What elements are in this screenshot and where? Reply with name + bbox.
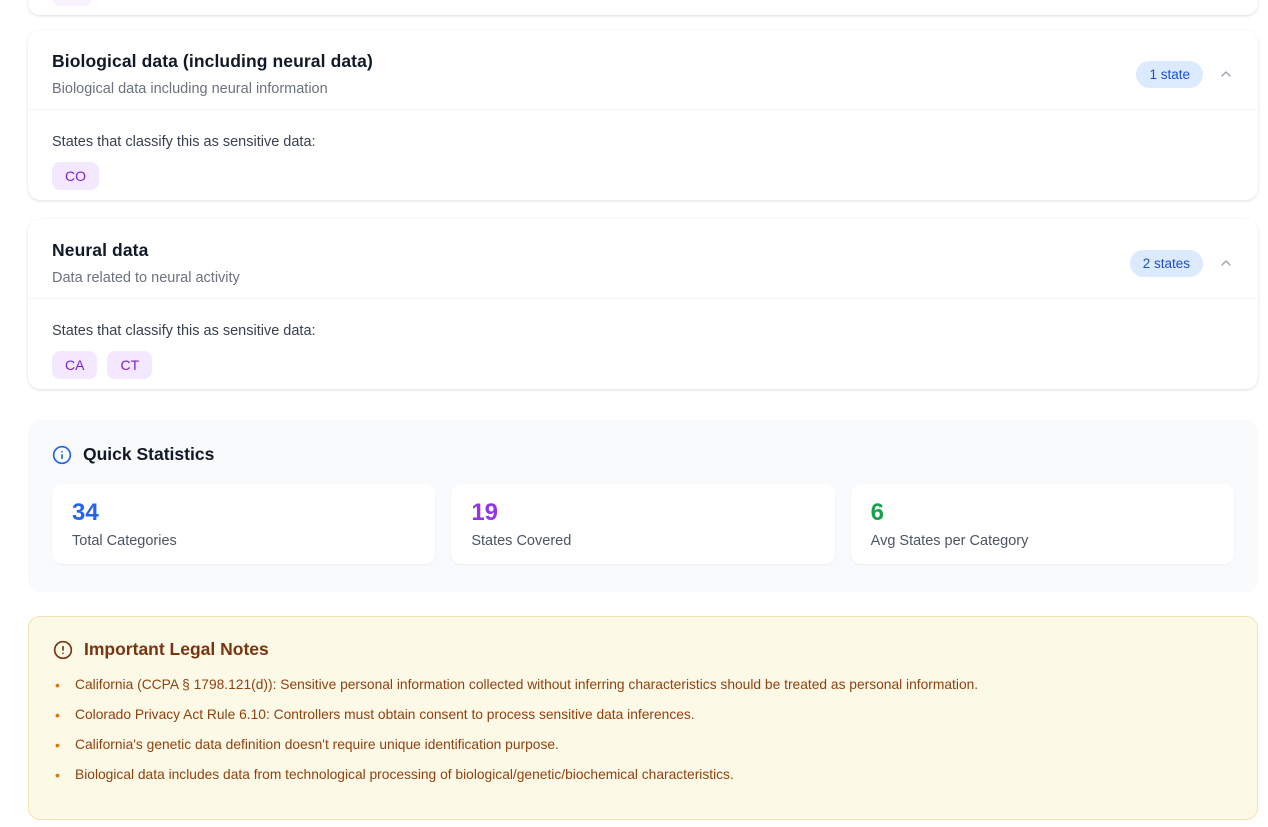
- state-count-badge: 1 state: [1136, 61, 1203, 88]
- stats-row: 34 Total Categories 19 States Covered 6 …: [52, 484, 1234, 564]
- state-badge-list: CO: [52, 162, 1234, 190]
- chevron-up-icon[interactable]: [1218, 255, 1234, 271]
- category-header-text: Biological data (including neural data) …: [52, 51, 373, 97]
- stat-card-avg-states: 6 Avg States per Category: [851, 484, 1234, 564]
- stat-label: Avg States per Category: [871, 533, 1214, 549]
- category-card-neural-data: Neural data Data related to neural activ…: [28, 219, 1258, 389]
- quick-statistics-title: Quick Statistics: [83, 444, 214, 465]
- legal-notes-list: California (CCPA § 1798.121(d)): Sensiti…: [53, 670, 1233, 790]
- chevron-up-icon[interactable]: [1218, 66, 1234, 82]
- stat-card-total-categories: 34 Total Categories: [52, 484, 435, 564]
- states-label: States that classify this as sensitive d…: [52, 323, 1234, 339]
- state-badge-partial: [52, 0, 92, 6]
- state-count-badge: 2 states: [1130, 250, 1203, 277]
- quick-statistics-section: Quick Statistics 34 Total Categories 19 …: [28, 420, 1258, 592]
- stat-label: States Covered: [471, 533, 814, 549]
- legal-note-item: California's genetic data definition doe…: [53, 730, 1233, 760]
- category-title: Biological data (including neural data): [52, 51, 373, 72]
- category-body: States that classify this as sensitive d…: [28, 299, 1258, 391]
- stat-label: Total Categories: [72, 533, 415, 549]
- previous-category-card-partial: [28, 0, 1258, 15]
- state-badge-list: CA CT: [52, 351, 1234, 379]
- category-description: Biological data including neural informa…: [52, 81, 373, 97]
- category-card-biological-data: Biological data (including neural data) …: [28, 30, 1258, 200]
- legal-notes-header: Important Legal Notes: [53, 639, 1233, 660]
- state-badge-co: CO: [52, 162, 99, 190]
- state-badge-ca: CA: [52, 351, 97, 379]
- category-title: Neural data: [52, 240, 240, 261]
- legal-notes-title: Important Legal Notes: [84, 639, 269, 660]
- state-badge-ct: CT: [107, 351, 152, 379]
- alert-circle-icon: [53, 640, 73, 660]
- info-icon: [52, 445, 72, 465]
- stat-value: 6: [871, 499, 1214, 527]
- states-label: States that classify this as sensitive d…: [52, 134, 1234, 150]
- category-header-right: 2 states: [1130, 250, 1234, 277]
- category-body: States that classify this as sensitive d…: [28, 110, 1258, 202]
- legal-note-item: California (CCPA § 1798.121(d)): Sensiti…: [53, 670, 1233, 700]
- category-header-text: Neural data Data related to neural activ…: [52, 240, 240, 286]
- legal-note-item: Colorado Privacy Act Rule 6.10: Controll…: [53, 700, 1233, 730]
- sensitive-data-categories-page: Biological data (including neural data) …: [0, 0, 1268, 827]
- category-header-neural-data[interactable]: Neural data Data related to neural activ…: [28, 219, 1258, 298]
- category-header-biological-data[interactable]: Biological data (including neural data) …: [28, 30, 1258, 109]
- category-description: Data related to neural activity: [52, 270, 240, 286]
- legal-notes-section: Important Legal Notes California (CCPA §…: [28, 616, 1258, 820]
- stat-value: 34: [72, 499, 415, 527]
- category-header-right: 1 state: [1136, 61, 1234, 88]
- stat-value: 19: [471, 499, 814, 527]
- legal-note-item: Biological data includes data from techn…: [53, 760, 1233, 790]
- quick-statistics-header: Quick Statistics: [52, 444, 1234, 465]
- stat-card-states-covered: 19 States Covered: [451, 484, 834, 564]
